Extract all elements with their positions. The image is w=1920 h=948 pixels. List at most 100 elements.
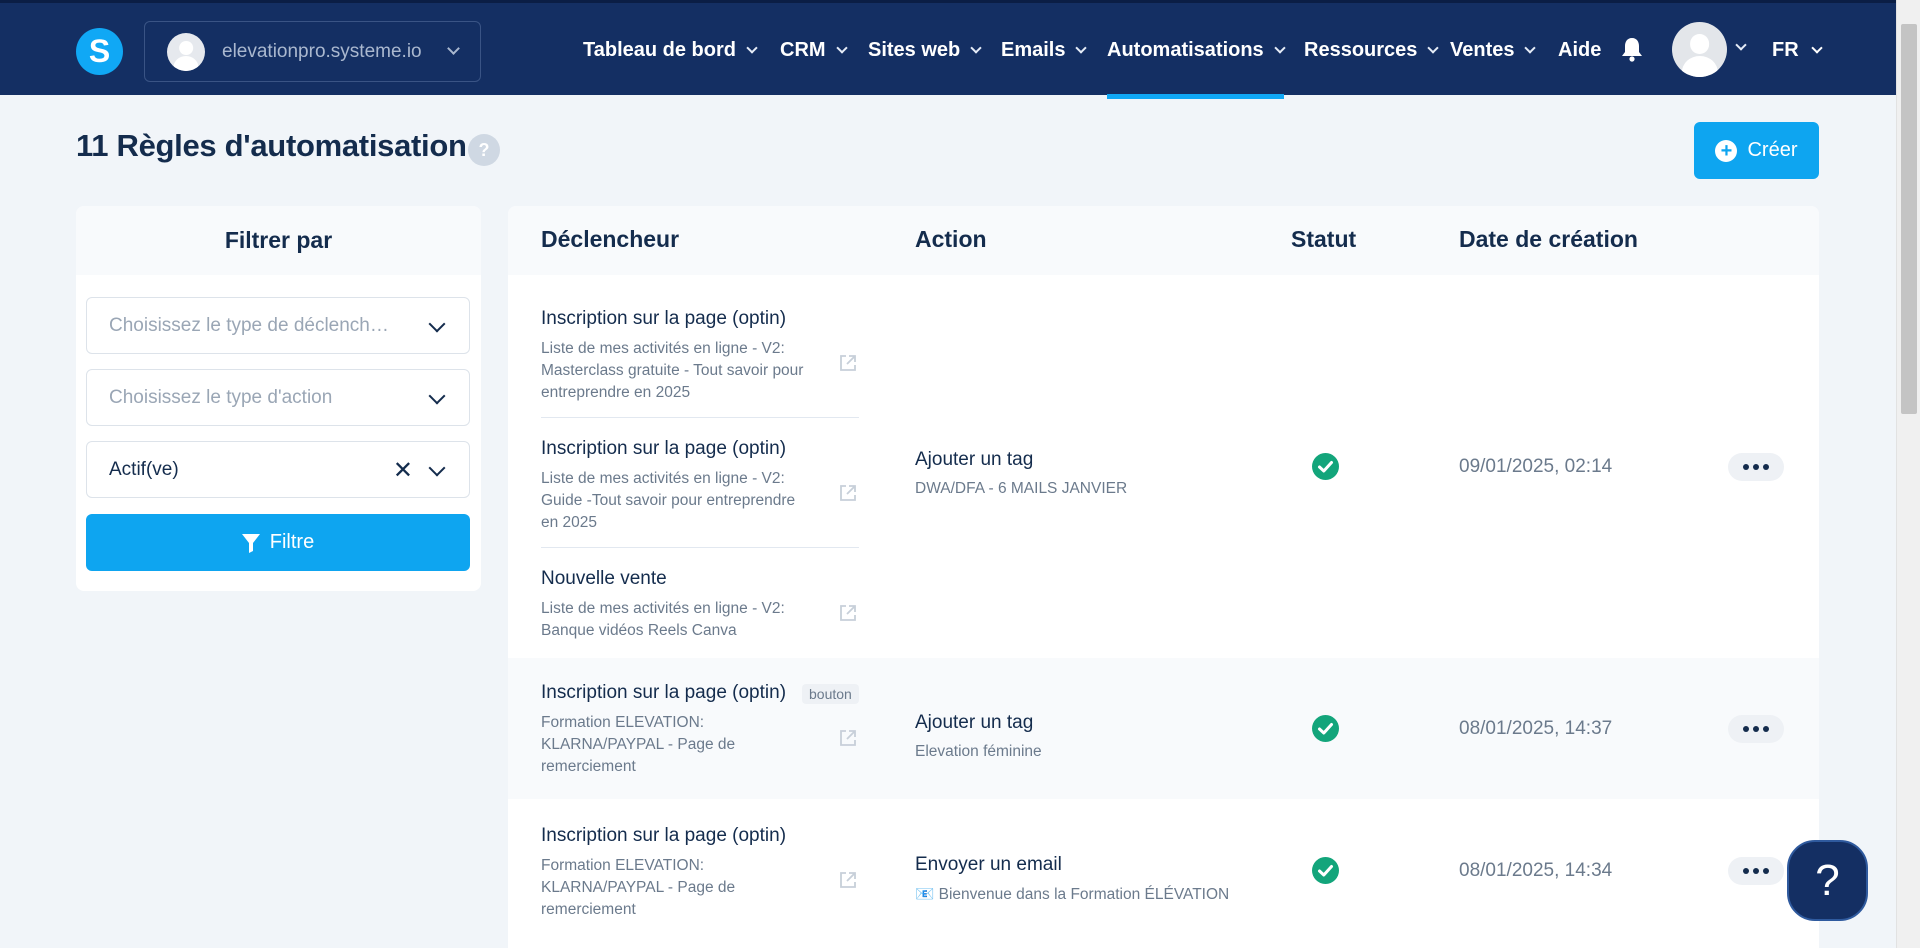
nav-label: Aide: [1558, 39, 1602, 61]
nav-label: Emails: [1001, 39, 1066, 61]
trigger-divider: [541, 547, 859, 548]
chevron-down-icon: [428, 315, 446, 333]
trigger-title: Inscription sur la page (optin): [541, 438, 787, 459]
nav-automatisations[interactable]: Automatisations: [1107, 3, 1286, 99]
table-row[interactable]: Inscription sur la page (optin) Formatio…: [508, 658, 1819, 799]
create-rule-button[interactable]: + Créer: [1694, 122, 1819, 179]
nav-label: Ressources: [1304, 39, 1418, 61]
action-title: Ajouter un tag: [915, 712, 1034, 733]
more-options-button[interactable]: [1728, 857, 1784, 885]
chevron-down-icon: [835, 41, 848, 54]
action-cell: Ajouter un tag Elevation féminine: [915, 712, 1042, 761]
trigger-subtitle: Formation ELEVATION: KLARNA/PAYPAL - Pag…: [541, 714, 736, 775]
table-row[interactable]: Inscription sur la page (optin) Liste de…: [508, 275, 1819, 658]
external-link-icon[interactable]: [838, 353, 858, 373]
chevron-down-icon: [746, 41, 758, 54]
scrollbar-thumb[interactable]: [1901, 24, 1917, 414]
page-scrollbar[interactable]: [1896, 0, 1920, 948]
funnel-icon: [241, 533, 260, 553]
trigger-subtitle: Liste de mes activités en ligne - V2: Ba…: [541, 600, 785, 639]
filter-panel: Filtrer par Choisissez le type de déclen…: [76, 206, 481, 591]
site-avatar-icon: [167, 32, 205, 71]
nav-ventes[interactable]: Ventes: [1450, 3, 1537, 98]
help-mark: ?: [478, 139, 490, 160]
external-link-icon[interactable]: [838, 483, 858, 503]
trigger-title: Inscription sur la page (optin): [541, 825, 787, 846]
trigger-type-placeholder: Choisissez le type de déclench…: [109, 314, 389, 336]
action-subtitle: Elevation féminine: [915, 743, 1042, 760]
table-row[interactable]: Inscription sur la page (optin) Formatio…: [508, 799, 1819, 948]
automation-rules-table: Déclencheur Action Statut Date de créati…: [508, 206, 1819, 948]
trigger-item[interactable]: Inscription sur la page (optin) Liste de…: [541, 438, 851, 534]
creation-date: 09/01/2025, 02:14: [1459, 456, 1613, 477]
status-active-check-icon: [1312, 453, 1339, 480]
status-select[interactable]: Actif(ve) ✕: [86, 441, 470, 498]
status-active-check-icon: [1312, 715, 1339, 742]
chevron-down-icon: [1811, 41, 1823, 54]
column-trigger: Déclencheur: [541, 226, 680, 252]
nav-label: CRM: [780, 39, 826, 61]
nav-sites-web[interactable]: Sites web: [868, 3, 982, 98]
systeme-logo[interactable]: S: [76, 28, 123, 75]
column-date: Date de création: [1459, 226, 1638, 252]
nav-label: Tableau de bord: [583, 39, 736, 61]
apply-filter-label: Filtre: [269, 531, 315, 553]
action-subtitle: DWA/DFA - 6 MAILS JANVIER: [915, 480, 1128, 497]
action-subtitle: 📧 Bienvenue dans la Formation ÉLÉVATION: [915, 886, 1230, 903]
trigger-subtitle: Liste de mes activités en ligne - V2: Ma…: [541, 340, 804, 401]
chevron-down-icon: [447, 42, 460, 55]
external-link-icon[interactable]: [838, 870, 858, 890]
logo-letter: S: [88, 33, 111, 69]
nav-tableau-de-bord[interactable]: Tableau de bord: [583, 3, 758, 98]
column-action: Action: [915, 226, 987, 252]
status-active-check-icon: [1312, 857, 1339, 884]
more-options-button[interactable]: [1728, 715, 1784, 743]
trigger-subtitle: Liste de mes activités en ligne - V2: Gu…: [541, 470, 796, 531]
action-cell: Envoyer un email 📧 Bienvenue dans la For…: [915, 854, 1229, 904]
filter-title: Filtrer par: [76, 206, 481, 275]
top-navigation-bar: S elevationpro.systeme.io Tableau de bor…: [0, 0, 1896, 99]
site-name: elevationpro.systeme.io: [222, 40, 422, 62]
trigger-title: Nouvelle vente: [541, 568, 667, 589]
chevron-down-icon: [1274, 41, 1286, 54]
action-type-select[interactable]: Choisissez le type d'action: [86, 369, 470, 426]
status-select-value: Actif(ve): [109, 458, 179, 480]
trigger-item[interactable]: Inscription sur la page (optin) Liste de…: [541, 308, 851, 404]
action-title: Ajouter un tag: [915, 449, 1034, 470]
user-avatar[interactable]: [1672, 22, 1727, 77]
nav-label: Sites web: [868, 39, 961, 61]
help-question-icon[interactable]: ?: [468, 134, 500, 166]
trigger-type-select[interactable]: Choisissez le type de déclench…: [86, 297, 470, 354]
page-title: 11 Règles d'automatisation: [76, 128, 467, 163]
language-switcher[interactable]: FR: [1772, 3, 1823, 98]
nav-crm[interactable]: CRM: [780, 3, 848, 98]
trigger-divider: [541, 417, 859, 418]
action-cell: Ajouter un tag DWA/DFA - 6 MAILS JANVIER: [915, 449, 1127, 498]
trigger-item[interactable]: Inscription sur la page (optin) Formatio…: [541, 825, 851, 921]
site-switcher[interactable]: elevationpro.systeme.io: [144, 21, 481, 82]
apply-filter-button[interactable]: Filtre: [86, 514, 470, 571]
more-options-button[interactable]: [1728, 453, 1784, 481]
trigger-badge: bouton: [802, 684, 859, 704]
language-label: FR: [1772, 39, 1799, 61]
chevron-down-icon[interactable]: [1735, 39, 1747, 51]
plus-circle-icon: +: [1715, 139, 1738, 162]
nav-aide[interactable]: Aide: [1558, 3, 1601, 98]
action-title: Envoyer un email: [915, 854, 1062, 875]
bell-icon[interactable]: [1620, 36, 1644, 62]
external-link-icon[interactable]: [838, 603, 858, 623]
floating-help-button[interactable]: ?: [1787, 840, 1868, 921]
chevron-down-icon: [1427, 41, 1440, 54]
creation-date: 08/01/2025, 14:37: [1459, 718, 1613, 739]
chevron-down-icon: [428, 459, 446, 477]
nav-label: Ventes: [1450, 39, 1515, 61]
nav-emails[interactable]: Emails: [1001, 3, 1088, 98]
create-label: Créer: [1747, 139, 1798, 161]
nav-ressources[interactable]: Ressources: [1304, 3, 1440, 98]
trigger-item[interactable]: Nouvelle vente Liste de mes activités en…: [541, 568, 851, 642]
trigger-subtitle: Formation ELEVATION: KLARNA/PAYPAL - Pag…: [541, 857, 736, 918]
external-link-icon[interactable]: [838, 728, 858, 748]
chevron-down-icon: [1524, 41, 1537, 54]
chevron-down-icon: [970, 41, 982, 54]
clear-x-icon[interactable]: ✕: [393, 456, 413, 485]
